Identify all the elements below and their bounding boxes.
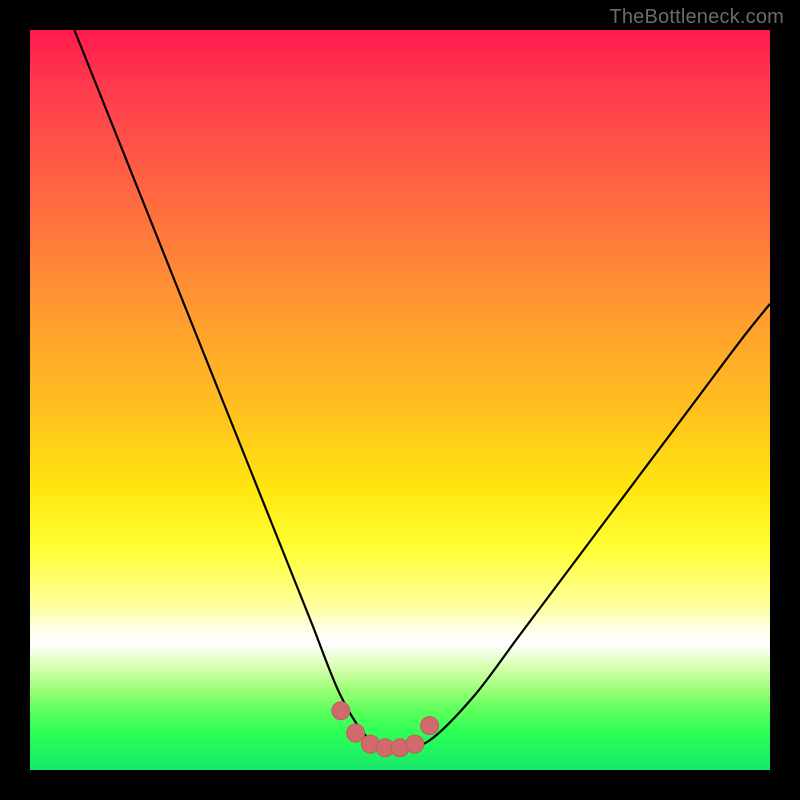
valley-marker — [421, 717, 439, 735]
valley-marker — [347, 724, 365, 742]
valley-marker — [332, 702, 350, 720]
chart-frame: TheBottleneck.com — [0, 0, 800, 800]
valley-marker — [406, 735, 424, 753]
bottleneck-curve — [74, 30, 770, 748]
chart-svg — [30, 30, 770, 770]
valley-markers — [332, 702, 439, 757]
plot-area — [30, 30, 770, 770]
watermark-text: TheBottleneck.com — [609, 6, 784, 29]
